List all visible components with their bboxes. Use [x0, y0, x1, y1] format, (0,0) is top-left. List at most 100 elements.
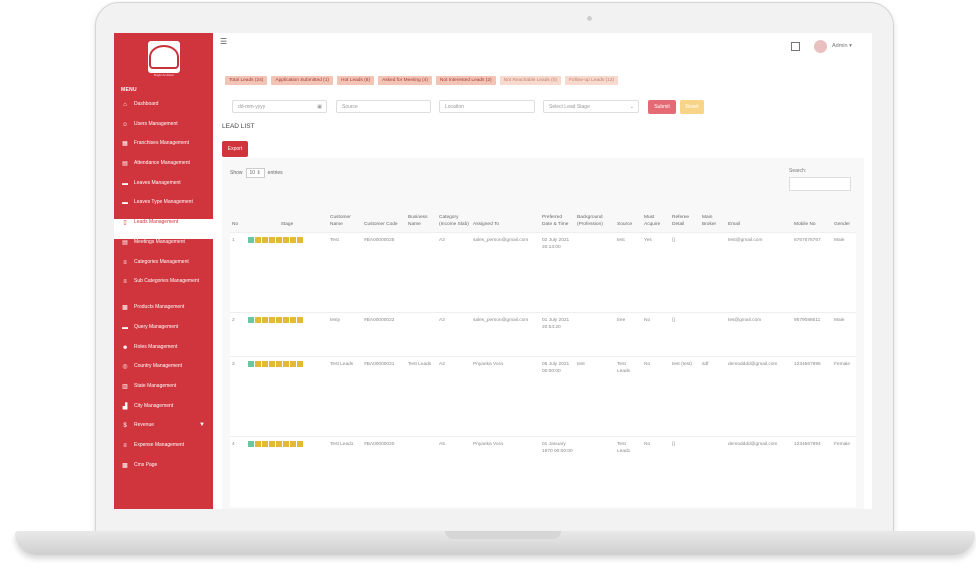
stage-tab[interactable]: Total Leads (24) — [225, 76, 268, 85]
stage-tab[interactable]: Not Interested Leads (2) — [435, 76, 496, 85]
location-input[interactable]: Location — [439, 100, 535, 113]
entries-label: entries — [267, 170, 283, 176]
avatar[interactable] — [814, 40, 827, 53]
column-header[interactable]: Business Name — [406, 200, 437, 233]
sidebar-item-categories-management[interactable]: ≡ Categories Management — [114, 259, 213, 279]
stage-step — [290, 237, 297, 243]
fullscreen-icon[interactable] — [791, 42, 800, 51]
admin-menu[interactable]: Admin ▾ — [832, 43, 852, 49]
sidebar-item-attendance-management[interactable]: ▤ Attendance Management — [114, 160, 213, 180]
reset-button[interactable]: Reset — [680, 100, 704, 114]
sidebar-item-leads-management[interactable]: ▯ Leads Management — [114, 219, 213, 239]
sidebar-item-leaves-type-management[interactable]: ▬ Leaves Type Management — [114, 199, 213, 219]
sidebar-item-state-management[interactable]: ▥ State Management — [114, 383, 213, 403]
sidebar-item-franchises-management[interactable]: ▦ Franchises Management — [114, 140, 213, 160]
table-row[interactable]: 1 Test #BA00000025 A2 sales_person@gmail.com… — [230, 232, 856, 313]
building-icon: ▦ — [122, 141, 128, 148]
stage-tab[interactable]: Not Reachable Leads (0) — [499, 76, 561, 85]
sidebar-item-label: Revenue — [134, 422, 155, 429]
column-header[interactable]: Must Acquire — [642, 200, 670, 233]
cell-category: A2 — [437, 356, 471, 437]
search-input[interactable] — [789, 177, 851, 191]
sidebar-item-country-management[interactable]: ◎ Country Management — [114, 363, 213, 383]
cell-background: test — [575, 356, 615, 437]
sidebar-item-meetings-management[interactable]: ▤ Meetings Management — [114, 239, 213, 259]
column-header[interactable]: Email — [726, 200, 792, 233]
users-icon: ☻ — [122, 344, 129, 351]
cell-source: test — [615, 232, 642, 313]
stage-step — [276, 361, 283, 367]
sidebar-item-users-management[interactable]: ☺ Users Management — [114, 121, 213, 141]
column-header[interactable]: Main Broker — [700, 200, 726, 233]
sidebar-item-revenue[interactable]: $ Revenue ▼ — [114, 422, 213, 442]
column-header[interactable]: Stage — [246, 200, 328, 233]
cell-code: #BA00000022 — [362, 312, 406, 357]
stage-step — [290, 441, 297, 447]
export-button[interactable]: Export — [222, 141, 248, 157]
entries-select[interactable]: 10 ⇕ — [245, 168, 265, 178]
column-header[interactable]: Source — [615, 200, 642, 233]
sidebar-item-cms-page[interactable]: ▩ Cms Page — [114, 462, 213, 482]
cell-no: 3 — [230, 356, 246, 437]
lead-stage-select[interactable]: Select Lead Stage ⌄ — [543, 100, 639, 113]
column-header[interactable]: Customer Code — [362, 200, 406, 233]
stage-step — [269, 361, 276, 367]
cell-business: Test Leads — [406, 356, 437, 437]
cell-category: A2 — [437, 232, 471, 313]
grid-icon: ▩ — [122, 462, 128, 469]
stage-tab[interactable]: Application Submitted (1) — [271, 76, 333, 85]
submit-button[interactable]: Submit — [648, 100, 676, 114]
sidebar-item-sub-categories-management[interactable]: ≡ Sub Categories Management — [114, 278, 213, 304]
cell-broker: sdf — [700, 356, 726, 437]
stage-progress-bar — [248, 361, 326, 367]
sidebar-item-city-management[interactable]: ▟ City Management — [114, 403, 213, 423]
column-header[interactable]: Preferred Date & Time — [540, 200, 575, 233]
sidebar-item-roles-management[interactable]: ☻ Roles Management — [114, 344, 213, 364]
list-icon: ≡ — [123, 259, 127, 266]
stage-progress — [246, 312, 328, 357]
stage-tab[interactable]: Asked for Meeting (4) — [378, 76, 432, 85]
cell-date: 01 January 1970 00:00:00 — [540, 436, 575, 507]
source-input[interactable]: Source — [336, 100, 431, 113]
column-header[interactable]: Assigned To — [471, 200, 540, 233]
sidebar-item-dashboard[interactable]: ⌂ Dashboard — [114, 101, 213, 121]
brand-logo[interactable] — [148, 41, 180, 73]
stage-step — [255, 361, 262, 367]
sidebar-item-query-management[interactable]: ▬ Query Management — [114, 324, 213, 344]
column-header[interactable]: Mobile No — [792, 200, 832, 233]
column-header[interactable]: Background (Profession) — [575, 200, 615, 233]
stage-tab[interactable]: Follow-up Leads (13) — [565, 76, 619, 85]
cell-email: test@gmail.com — [726, 232, 792, 313]
hamburger-menu-icon[interactable]: ☰ — [220, 37, 227, 46]
cell-must: No — [642, 356, 670, 437]
sidebar-nav: ⌂ Dashboard ☺ Users Management ▦ Franchises M… — [114, 101, 213, 481]
column-header[interactable]: Referee Detail — [670, 200, 700, 233]
column-header[interactable]: Customer Name — [328, 200, 362, 233]
stage-filter-tabs: Total Leads (24) Application Submitted (1… — [225, 76, 619, 85]
search-label: Search: — [789, 168, 807, 174]
table-row[interactable]: 2 testy #BA00000022 A2 sales_person@gmail.co… — [230, 312, 856, 357]
table-row[interactable]: 4 Test Lead1 #BA00000020 A5 Priyanka Vora 01 … — [230, 436, 856, 507]
sidebar-item-label: Users Management — [134, 120, 178, 127]
logo-mark-icon — [149, 45, 179, 69]
stage-step — [290, 361, 297, 367]
stage-step — [248, 361, 255, 367]
sidebar-item-label: Country Management — [134, 363, 183, 370]
cell-name: Test Leads — [328, 356, 362, 437]
cell-no: 4 — [230, 436, 246, 507]
stage-tab[interactable]: Hot Leads (8) — [337, 76, 375, 85]
stage-progress — [246, 356, 328, 437]
sidebar-item-products-management[interactable]: ▩ Products Management — [114, 304, 213, 324]
table-row[interactable]: 3 Test Leads #BA00000021 Test Leads A2 Priyan… — [230, 356, 856, 437]
date-input[interactable]: dd-mm-yyyy ▣ — [232, 100, 327, 113]
stage-placeholder: Select Lead Stage — [549, 104, 590, 110]
column-header[interactable]: No — [230, 200, 246, 233]
stage-step — [262, 441, 269, 447]
cell-referee: {} — [670, 312, 700, 357]
stage-step — [283, 441, 290, 447]
sidebar-item-leaves-management[interactable]: ▬ Leaves Management — [114, 180, 213, 200]
cell-code: #BA00000025 — [362, 232, 406, 313]
sidebar-item-expense-management[interactable]: ≡ Expense Management — [114, 442, 213, 462]
column-header[interactable]: Category (Income Slab) — [437, 200, 471, 233]
column-header[interactable]: Gender — [832, 200, 856, 233]
